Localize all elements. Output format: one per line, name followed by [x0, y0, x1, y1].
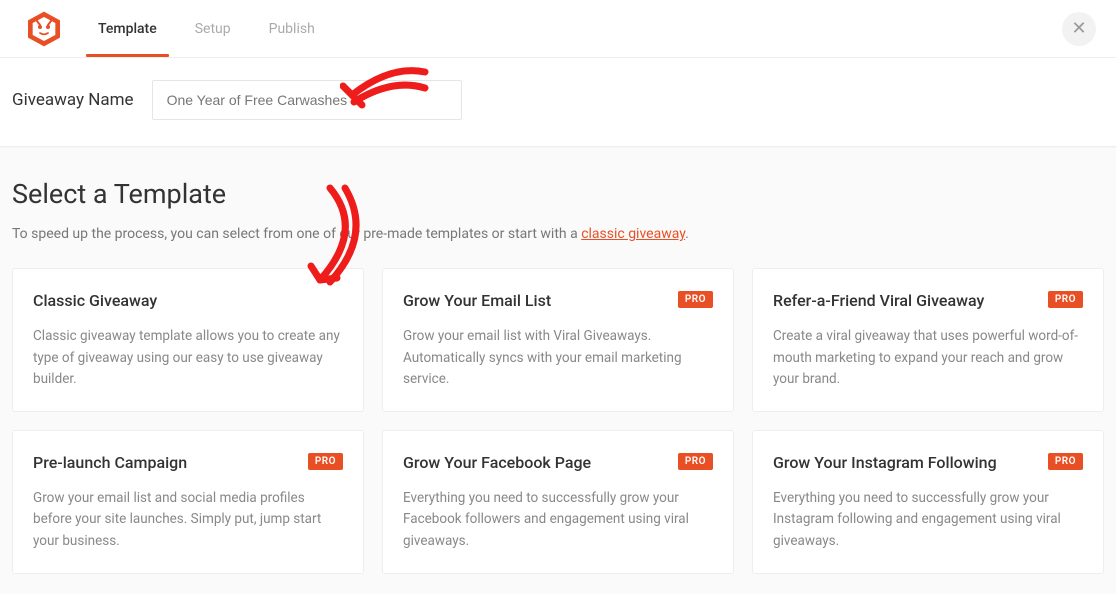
pro-badge: PRO — [308, 453, 343, 470]
pro-badge: PRO — [1048, 291, 1083, 308]
template-card-grow-email-list[interactable]: PRO Grow Your Email List Grow your email… — [382, 268, 734, 412]
tab-template[interactable]: Template — [94, 0, 161, 57]
card-title: Grow Your Facebook Page — [403, 453, 713, 472]
card-title: Classic Giveaway — [33, 291, 343, 310]
card-desc: Everything you need to successfully grow… — [403, 488, 713, 553]
template-card-refer-a-friend[interactable]: PRO Refer-a-Friend Viral Giveaway Create… — [752, 268, 1104, 412]
subtitle-pre: To speed up the process, you can select … — [12, 226, 581, 242]
card-title: Pre-launch Campaign — [33, 453, 343, 472]
card-desc: Everything you need to successfully grow… — [773, 488, 1083, 553]
close-icon: ✕ — [1071, 18, 1086, 39]
classic-giveaway-link[interactable]: classic giveaway — [581, 226, 685, 242]
template-card-prelaunch-campaign[interactable]: PRO Pre-launch Campaign Grow your email … — [12, 430, 364, 574]
close-button[interactable]: ✕ — [1062, 12, 1096, 46]
pro-badge: PRO — [678, 291, 713, 308]
giveaway-name-label: Giveaway Name — [12, 90, 134, 110]
card-title: Grow Your Email List — [403, 291, 713, 310]
section-subtitle: To speed up the process, you can select … — [12, 226, 1104, 242]
card-title: Grow Your Instagram Following — [773, 453, 1083, 472]
tab-publish[interactable]: Publish — [265, 0, 319, 57]
subtitle-post: . — [685, 226, 689, 242]
section-title: Select a Template — [12, 178, 1104, 210]
pro-badge: PRO — [1048, 453, 1083, 470]
card-title: Refer-a-Friend Viral Giveaway — [773, 291, 1083, 310]
giveaway-name-input[interactable] — [152, 80, 462, 120]
pro-badge: PRO — [678, 453, 713, 470]
app-logo[interactable] — [12, 9, 76, 49]
template-card-grow-facebook[interactable]: PRO Grow Your Facebook Page Everything y… — [382, 430, 734, 574]
template-card-classic-giveaway[interactable]: Classic Giveaway Classic giveaway templa… — [12, 268, 364, 412]
tab-setup[interactable]: Setup — [191, 0, 235, 57]
card-desc: Classic giveaway template allows you to … — [33, 326, 343, 391]
card-desc: Grow your email list and social media pr… — [33, 488, 343, 553]
template-card-grow-instagram[interactable]: PRO Grow Your Instagram Following Everyt… — [752, 430, 1104, 574]
card-desc: Grow your email list with Viral Giveaway… — [403, 326, 713, 391]
card-desc: Create a viral giveaway that uses powerf… — [773, 326, 1083, 391]
